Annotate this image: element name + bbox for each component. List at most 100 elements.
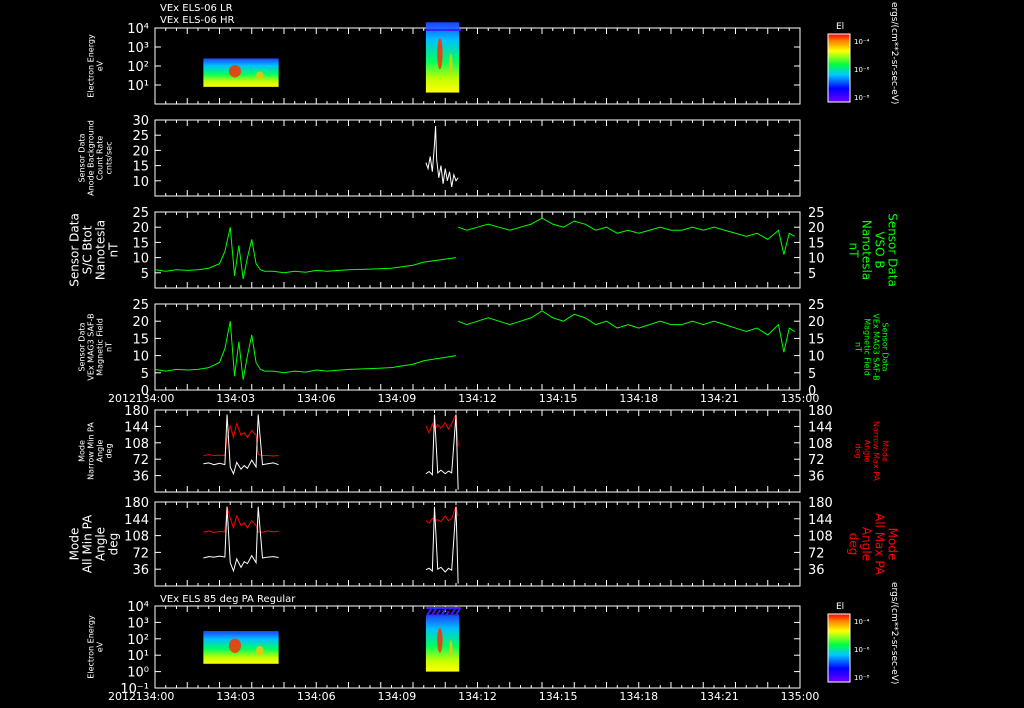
y-tick-label-right: 25 [808, 298, 825, 313]
spectrogram-hotspot [449, 640, 453, 658]
y-tick-label: 5 [141, 267, 149, 282]
panel-pa-narrow: 180 180144 144108 10872 7236 36Mode Narrow Min… [78, 404, 890, 493]
colorbar-top-tick-1: 10⁻⁴ [854, 38, 870, 46]
y-tick-label: 72 [132, 453, 149, 468]
series-line [203, 506, 279, 573]
y-tick-label-right: 108 [808, 437, 833, 452]
y-tick-label: 180 [124, 404, 149, 419]
y-tick-label-right: 144 [808, 513, 833, 528]
y-tick-label: 10¹ [127, 649, 149, 664]
panel-frame [154, 119, 801, 197]
series-line [425, 414, 459, 490]
spectrogram-speckle [440, 613, 443, 616]
y-axis-label-line: Mode [68, 528, 82, 561]
series-line [425, 506, 459, 584]
series-line [154, 321, 457, 380]
y-axis-label-line: S/C Btot [81, 225, 95, 274]
spectrogram-speckle [442, 607, 445, 609]
spectrogram-speckle [437, 29, 440, 31]
y-tick-label: 10² [127, 60, 149, 75]
y-tick-label: 144 [124, 513, 149, 528]
y-tick-label-right: 5 [808, 267, 816, 282]
series-line [425, 126, 459, 187]
y-tick-label-right: 10 [808, 350, 825, 365]
y-axis-label-right: ModeNarrow Max PAAngledeg [854, 421, 890, 482]
y-axis-label-line: eV [96, 60, 105, 71]
y-axis-label-line: Sensor Data [68, 213, 82, 287]
y-tick-label-right: 36 [808, 563, 825, 578]
y-tick-label: 25 [132, 206, 149, 221]
colorbar-bottom-tick-3: 10⁻⁸ [854, 674, 870, 682]
y-tick-label: 10 [132, 350, 149, 365]
series-line [425, 504, 459, 524]
y-axis-label-line: Narrow Min PA [87, 422, 96, 480]
y-tick-label: 10 [132, 252, 149, 267]
spectrogram-block [425, 22, 460, 93]
panel-frame [154, 409, 801, 493]
time-tick-label: 134:06 [297, 392, 336, 405]
y-axis-label-line: Angle [96, 440, 105, 463]
series-line [154, 227, 457, 279]
panel-frame [154, 501, 801, 587]
y-axis-label-right-line: Mode [886, 528, 900, 561]
colorbar-bottom-tick-1: 10⁻⁴ [854, 618, 870, 626]
y-tick-label: 72 [132, 546, 149, 561]
y-axis-label-right-line: Nanotesla [860, 220, 874, 280]
time-tick-label: 134:09 [378, 690, 417, 703]
spectrogram-hotspot [228, 64, 241, 78]
y-tick-label-right: 20 [808, 315, 825, 330]
spectrogram-speckle [426, 29, 429, 31]
panel-frame [154, 303, 801, 391]
spectrogram-speckle [432, 29, 435, 31]
y-axis-label: Mode Narrow Min PA Angle deg [78, 422, 114, 480]
spectrogram-speckle [440, 29, 443, 31]
time-tick-label: 134:06 [297, 690, 336, 703]
spectrogram-block [425, 614, 460, 672]
y-axis-label-line: deg [107, 533, 121, 556]
y-tick-label-right: 15 [808, 236, 825, 251]
header-lr: VEx ELS-06 LR [160, 3, 233, 14]
panel-bmag-sc: 25 2520 2015 1510 105 5Sensor Data S/C Btot Nan… [68, 206, 900, 289]
time-tick-label: 135:00 [781, 690, 820, 703]
y-tick-label: 25 [132, 129, 149, 144]
y-axis-label-right: Sensor DataVEx MAG3 SAF-BMagnetic Fieldn… [854, 313, 890, 380]
series-line [203, 421, 279, 457]
y-tick-label: 10⁰ [127, 666, 149, 681]
y-tick-label: 15 [132, 332, 149, 347]
time-axis-mid: 2012 134:00 134:03 134:06 134:09 134:12 134:15… [108, 392, 819, 405]
y-tick-label: 180 [124, 496, 149, 511]
spectrogram-hotspot [449, 53, 453, 75]
y-axis-label-line: Electron Energy [87, 34, 96, 98]
y-tick-label-right: 25 [808, 206, 825, 221]
y-axis-label-right-line: Mode [881, 440, 890, 462]
time-tick-label: 134:03 [216, 690, 255, 703]
y-axis-label-line: eV [96, 641, 105, 652]
spectrogram-hotspot [256, 71, 264, 80]
series-line [457, 310, 795, 353]
spectrogram-speckle [438, 609, 441, 612]
y-axis-label-line: Nanotesla [94, 220, 108, 280]
y-tick-label-right: 15 [808, 332, 825, 347]
spectrogram-speckle [453, 29, 456, 31]
y-axis-label-right: Sensor DataVSO BNanoteslanT [847, 213, 900, 287]
y-axis-label: Sensor Data S/C Btot Nanotesla nT [68, 213, 121, 287]
panel-frame [154, 211, 801, 289]
colorbar-bottom-tick-2: 10⁻⁶ [854, 646, 870, 654]
y-tick-label: 25 [132, 298, 149, 313]
spectrogram-speckle [432, 612, 435, 615]
spectrogram-speckle [456, 610, 459, 613]
colorbar-bottom-unit: ergs/(cm**2-sr-sec-eV) [889, 582, 899, 684]
y-axis-label-right-line: nT [847, 243, 861, 259]
y-tick-label: 108 [124, 437, 149, 452]
spectrogram-block [203, 630, 279, 664]
y-axis-label-line: Angle [94, 527, 108, 561]
series-line [457, 217, 795, 255]
y-axis-label-right: ModeAll Max PAAngledeg [847, 513, 900, 576]
y-tick-label: 10³ [127, 616, 149, 631]
time-tick-label: 134:18 [619, 690, 658, 703]
y-tick-label: 20 [132, 315, 149, 330]
spectrogram-speckle [447, 611, 450, 614]
spectrogram-speckle [428, 607, 431, 609]
y-axis-label-line: nT [105, 342, 114, 352]
spectrogram-speckle [437, 607, 440, 609]
